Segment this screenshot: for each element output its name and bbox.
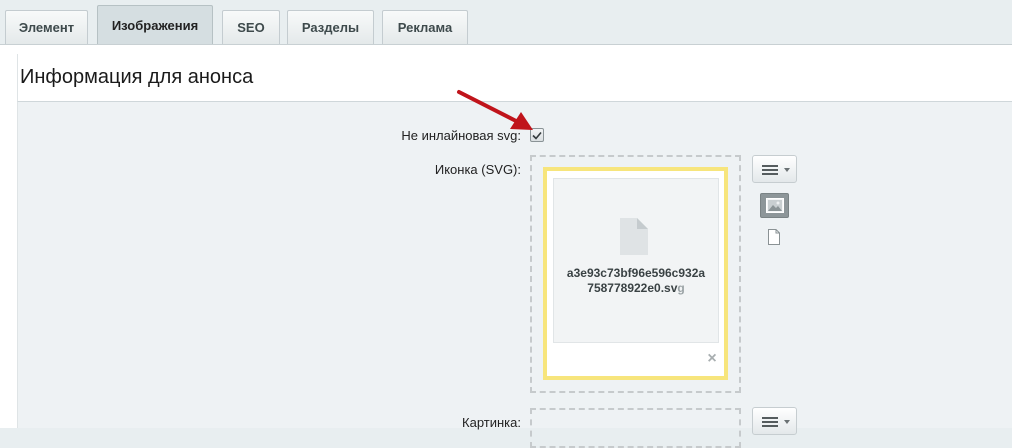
- image-icon: [766, 198, 784, 213]
- tab-element[interactable]: Элемент: [5, 10, 88, 44]
- picture-dropzone[interactable]: [530, 408, 741, 448]
- file-preview: [553, 178, 719, 343]
- tab-seo[interactable]: SEO: [222, 10, 280, 44]
- tab-advertising[interactable]: Реклама: [382, 10, 468, 44]
- form-area: [17, 102, 1012, 428]
- picture-menu-button[interactable]: [752, 407, 797, 435]
- close-icon[interactable]: ×: [705, 351, 719, 367]
- file-name: a3e93c73bf96e596c932a 758778922e0.svg: [566, 266, 706, 295]
- tab-bar: Элемент Изображения SEO Разделы Реклама: [0, 0, 1012, 45]
- icon-svg-label: Иконка (SVG):: [434, 162, 521, 177]
- tab-images[interactable]: Изображения: [97, 5, 213, 45]
- caret-down-icon: [784, 168, 790, 172]
- file-icon: [620, 218, 648, 255]
- icon-svg-menu-button[interactable]: [752, 155, 797, 183]
- tab-sections[interactable]: Разделы: [287, 10, 374, 44]
- image-source-button[interactable]: [760, 193, 789, 218]
- document-icon[interactable]: [767, 229, 781, 245]
- red-arrow-annotation: [457, 90, 533, 130]
- hamburger-menu-icon: [762, 165, 778, 177]
- caret-down-icon: [784, 420, 790, 424]
- picture-label: Картинка:: [462, 415, 521, 430]
- hamburger-menu-icon: [762, 417, 778, 429]
